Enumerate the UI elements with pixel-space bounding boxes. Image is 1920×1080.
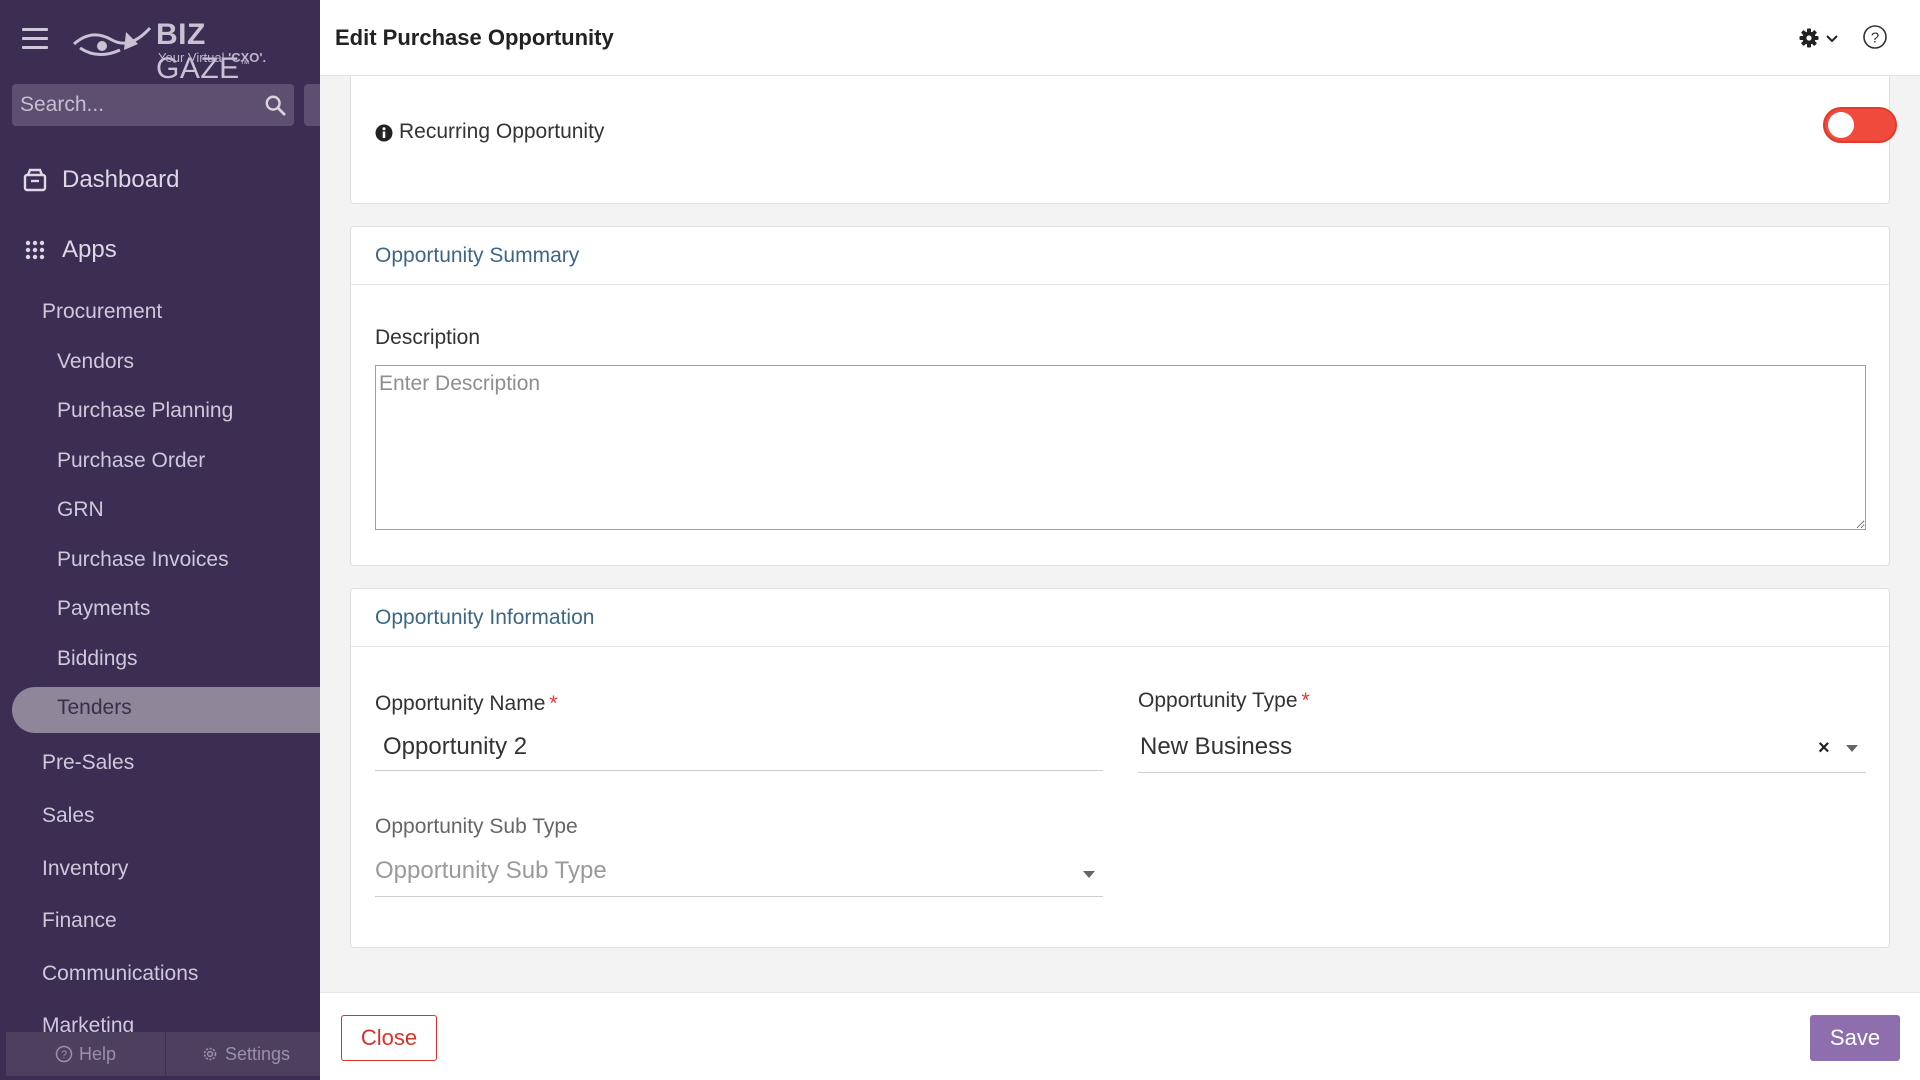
sidebar-item-purchase-invoices[interactable]: Purchase Invoices	[57, 548, 229, 572]
sidebar-search	[12, 84, 294, 126]
nav-group-pre-sales[interactable]: Pre-Sales	[42, 751, 134, 775]
nav-group-finance[interactable]: Finance	[42, 909, 117, 933]
sidebar-item-tenders[interactable]: Tenders	[57, 696, 132, 720]
required-mark: *	[1301, 689, 1310, 712]
required-mark: *	[549, 692, 558, 715]
save-button[interactable]: Save	[1810, 1015, 1900, 1061]
sidebar-item-biddings[interactable]: Biddings	[57, 647, 138, 671]
recurring-label: Recurring Opportunity	[399, 120, 605, 143]
summary-card: Opportunity Summary Description	[350, 226, 1890, 566]
sidebar-item-purchase-planning[interactable]: Purchase Planning	[57, 399, 233, 423]
help-circle-icon[interactable]: ?	[1862, 24, 1888, 50]
search-icon[interactable]	[264, 94, 286, 116]
nav-group-sales[interactable]: Sales	[42, 804, 95, 828]
search-side-tab[interactable]	[304, 84, 320, 126]
recurring-card: Recurring Opportunity	[350, 76, 1897, 204]
dashboard-icon	[23, 168, 47, 192]
close-button[interactable]: Close	[341, 1015, 437, 1061]
sidebar-footer: ? Help Settings	[6, 1032, 320, 1076]
logo-brand-bold: BIZ	[156, 18, 206, 51]
opportunity-name-label: Opportunity Name *	[375, 692, 558, 716]
logo-eye-icon	[73, 26, 152, 56]
information-card: Opportunity Information Opportunity Name…	[350, 588, 1890, 948]
logo-tagline: Your Virtual 'CXO'.	[158, 50, 266, 65]
sidebar: BIZ GAZE™ Your Virtual 'CXO'. Dashboard	[0, 0, 320, 1080]
opportunity-subtype-select[interactable]: Opportunity Sub Type	[375, 847, 1103, 897]
opportunity-type-select[interactable]: New Business ×	[1138, 723, 1866, 773]
caret-down-icon[interactable]	[1083, 871, 1095, 878]
svg-text:?: ?	[61, 1049, 67, 1061]
nav-apps[interactable]: Apps	[22, 236, 117, 264]
svg-text:?: ?	[1871, 30, 1879, 47]
sidebar-header: BIZ GAZE™ Your Virtual 'CXO'.	[0, 0, 320, 85]
bizgaze-logo[interactable]: BIZ GAZE™ Your Virtual 'CXO'.	[72, 14, 302, 85]
search-input[interactable]	[20, 84, 260, 126]
sidebar-item-vendors[interactable]: Vendors	[57, 350, 134, 374]
help-circle-icon: ?	[55, 1045, 73, 1063]
opportunity-subtype-placeholder: Opportunity Sub Type	[375, 857, 607, 884]
information-heading: Opportunity Information	[351, 589, 1889, 647]
nav-group-inventory[interactable]: Inventory	[42, 857, 128, 881]
sidebar-item-purchase-order[interactable]: Purchase Order	[57, 449, 205, 473]
nav-apps-label: Apps	[62, 236, 117, 263]
toggle-knob	[1828, 112, 1854, 138]
opportunity-type-label-text: Opportunity Type	[1138, 689, 1298, 712]
description-label: Description	[375, 326, 481, 349]
opportunity-subtype-label: Opportunity Sub Type	[375, 815, 578, 838]
nav-group-procurement[interactable]: Procurement	[42, 300, 162, 324]
opportunity-name-input[interactable]	[375, 723, 1103, 771]
info-icon	[375, 124, 393, 142]
help-label: Help	[78, 1043, 117, 1064]
logo-tagline-bold: 'CXO'.	[228, 50, 267, 65]
settings-button[interactable]: Settings	[166, 1032, 320, 1076]
opportunity-type-value: New Business	[1140, 733, 1293, 760]
opportunity-name-label-text: Opportunity Name	[375, 692, 546, 715]
page-title: Edit Purchase Opportunity	[335, 25, 614, 50]
nav-dashboard[interactable]: Dashboard	[22, 166, 179, 194]
logo-tagline-text: Your Virtual	[158, 50, 229, 65]
sidebar-item-payments[interactable]: Payments	[57, 597, 150, 621]
apps-grid-icon	[25, 240, 45, 260]
recurring-toggle[interactable]	[1823, 107, 1897, 143]
nav-group-communications[interactable]: Communications	[42, 962, 198, 986]
help-button[interactable]: ? Help	[6, 1032, 166, 1076]
nav-dashboard-label: Dashboard	[62, 166, 180, 193]
page-header: Edit Purchase Opportunity ?	[320, 0, 1920, 76]
form-footer: Close Save	[320, 992, 1920, 1080]
opportunity-type-label: Opportunity Type *	[1138, 689, 1310, 713]
summary-heading: Opportunity Summary	[351, 227, 1889, 285]
form-content: Recurring Opportunity Opportunity Summar…	[320, 76, 1920, 992]
settings-label: Settings	[224, 1043, 291, 1064]
settings-gear-icon	[203, 1047, 217, 1061]
caret-down-icon[interactable]	[1846, 745, 1858, 752]
gear-icon	[1799, 28, 1819, 48]
settings-dropdown-button[interactable]	[1798, 26, 1846, 50]
description-textarea[interactable]	[375, 365, 1866, 530]
chevron-down-icon	[1826, 35, 1838, 43]
sidebar-item-grn[interactable]: GRN	[57, 498, 104, 522]
clear-icon[interactable]: ×	[1818, 737, 1830, 760]
hamburger-menu-icon[interactable]	[22, 28, 48, 50]
